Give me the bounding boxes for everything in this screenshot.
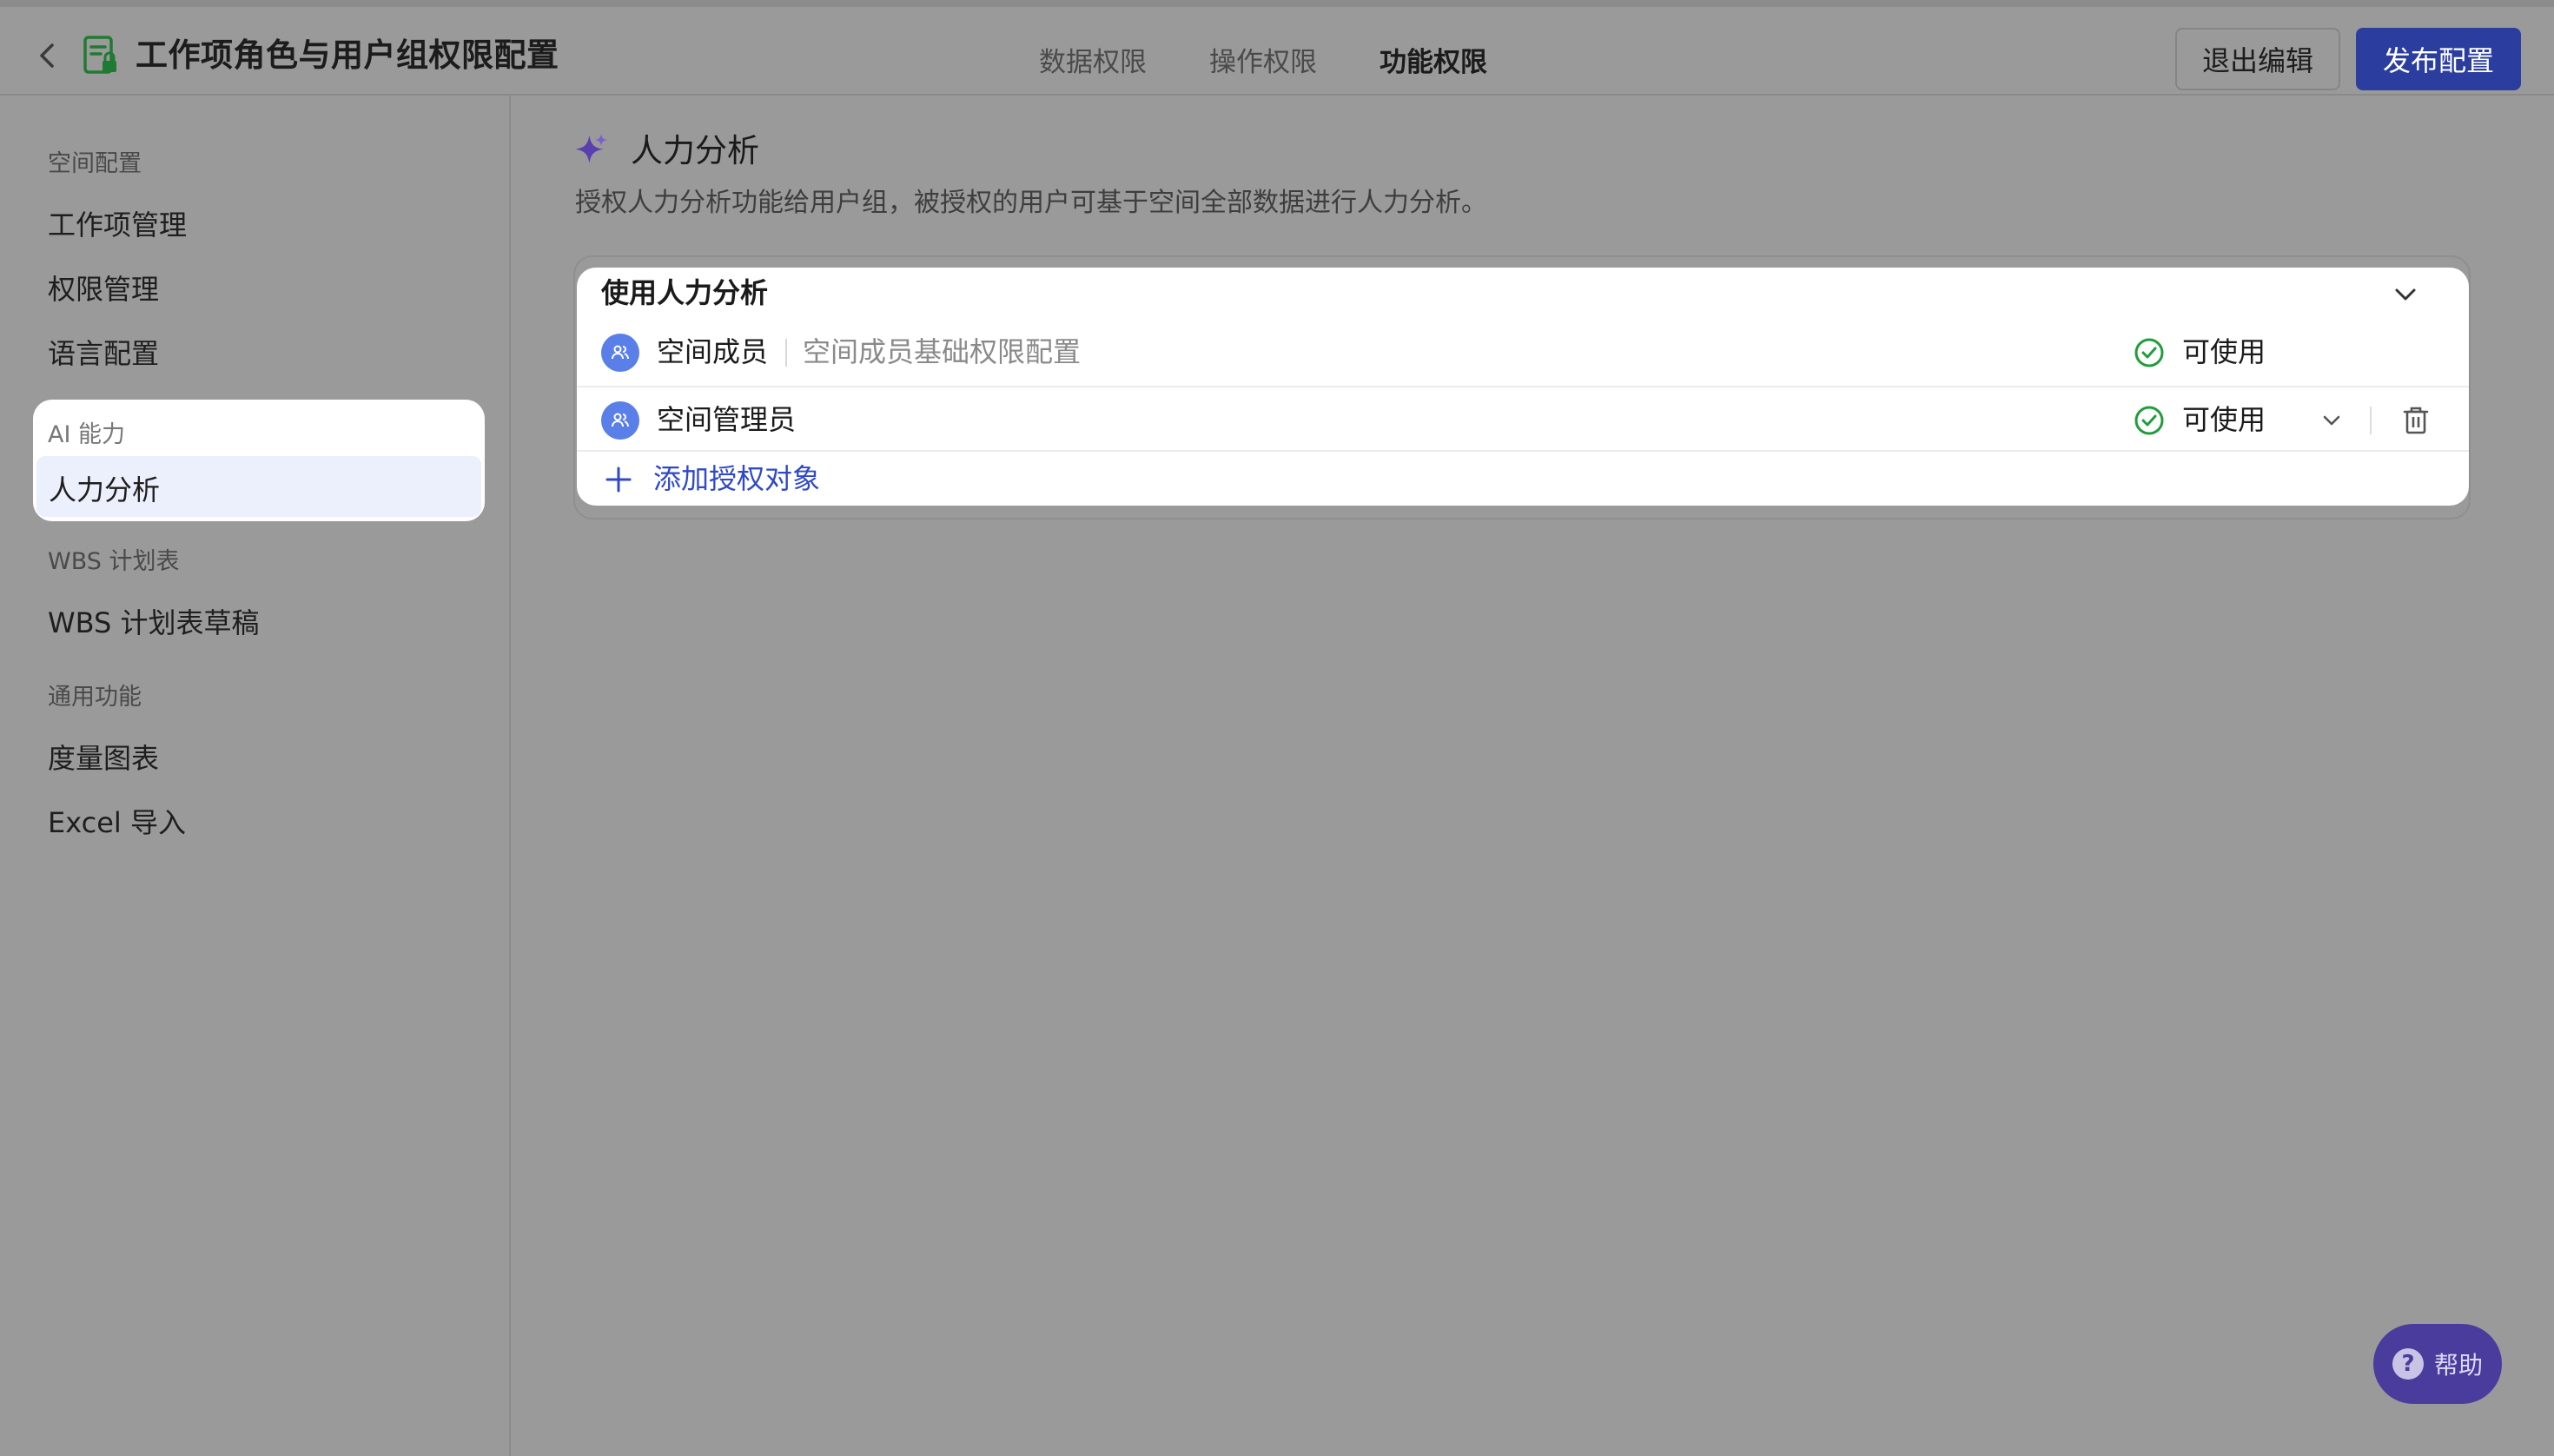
plus-icon [605, 466, 632, 493]
check-circle-icon [2134, 405, 2165, 436]
group-name: 空间管理员 [657, 403, 797, 436]
permission-row: 空间成员 空间成员基础权限配置 可使用 [577, 320, 2469, 386]
sidebar-ai-section: AI 能力 人力分析 [33, 400, 485, 521]
sidebar-item-workitem-management[interactable]: 工作项管理 [48, 203, 187, 243]
permission-status-select[interactable]: 可使用 [2182, 400, 2266, 440]
sidebar-item-workforce-analysis[interactable]: 人力分析 [36, 456, 481, 517]
card-title: 使用人力分析 [601, 276, 769, 309]
permission-card: 使用人力分析 空间成员 空间成员基础权限配置 可使用 空间管理员 可使用 添加授… [577, 268, 2469, 506]
divider [2370, 407, 2372, 434]
help-button[interactable]: ? 帮助 [2373, 1324, 2502, 1404]
section-description: 授权人力分析功能给用户组，被授权的用户可基于空间全部数据进行人力分析。 [575, 188, 1487, 218]
sidebar-section-space-config: 空间配置 [48, 150, 142, 177]
divider [785, 339, 787, 367]
exit-edit-button[interactable]: 退出编辑 [2175, 28, 2340, 90]
sidebar-item-wbs-draft[interactable]: WBS 计划表草稿 [48, 601, 260, 641]
page-title: 工作项角色与用户组权限配置 [136, 36, 559, 74]
group-description: 空间成员基础权限配置 [803, 335, 1082, 368]
permission-status: 可使用 [2182, 335, 2266, 368]
sidebar-section-ai: AI 能力 [48, 421, 126, 448]
help-question-icon: ? [2392, 1348, 2424, 1380]
group-name: 空间成员 [657, 335, 769, 368]
sidebar-section-wbs: WBS 计划表 [48, 548, 180, 575]
tab-operation-permission[interactable]: 操作权限 [1209, 40, 1317, 85]
user-group-icon [601, 401, 639, 440]
collapse-chevron-icon[interactable] [2392, 281, 2418, 308]
sidebar-item-permission-management[interactable]: 权限管理 [48, 268, 159, 308]
sidebar-section-general: 通用功能 [48, 684, 142, 711]
back-arrow-icon[interactable] [31, 40, 63, 71]
chevron-down-icon[interactable] [2319, 408, 2344, 433]
add-authorization-label: 添加授权对象 [653, 462, 821, 495]
document-lock-icon [82, 35, 120, 76]
sparkle-icon [573, 132, 608, 170]
page: 工作项角色与用户组权限配置 数据权限 操作权限 功能权限 退出编辑 发布配置 空… [0, 0, 2554, 1456]
section-title: 人力分析 [631, 132, 759, 169]
add-authorization-button[interactable]: 添加授权对象 [577, 453, 2469, 506]
sidebar-item-excel-import[interactable]: Excel 导入 [48, 801, 186, 841]
user-group-icon [601, 334, 639, 372]
permission-tabs: 数据权限 操作权限 功能权限 [1039, 40, 1487, 85]
tab-data-permission[interactable]: 数据权限 [1039, 40, 1147, 85]
sidebar-item-metric-charts[interactable]: 度量图表 [48, 737, 159, 777]
help-label: 帮助 [2433, 1351, 2483, 1380]
sidebar-item-label: 人力分析 [49, 473, 161, 506]
permission-row: 空间管理员 可使用 [577, 386, 2469, 452]
tab-feature-permission[interactable]: 功能权限 [1380, 40, 1487, 85]
sidebar-item-language-config[interactable]: 语言配置 [48, 332, 159, 372]
trash-icon[interactable] [2401, 405, 2431, 436]
top-bar: 工作项角色与用户组权限配置 数据权限 操作权限 功能权限 退出编辑 发布配置 [0, 0, 2554, 96]
publish-config-button[interactable]: 发布配置 [2356, 28, 2521, 90]
sidebar: 空间配置 工作项管理 权限管理 语言配置 AI 能力 人力分析 WBS 计划表 … [0, 96, 511, 1456]
check-circle-icon [2134, 337, 2165, 368]
